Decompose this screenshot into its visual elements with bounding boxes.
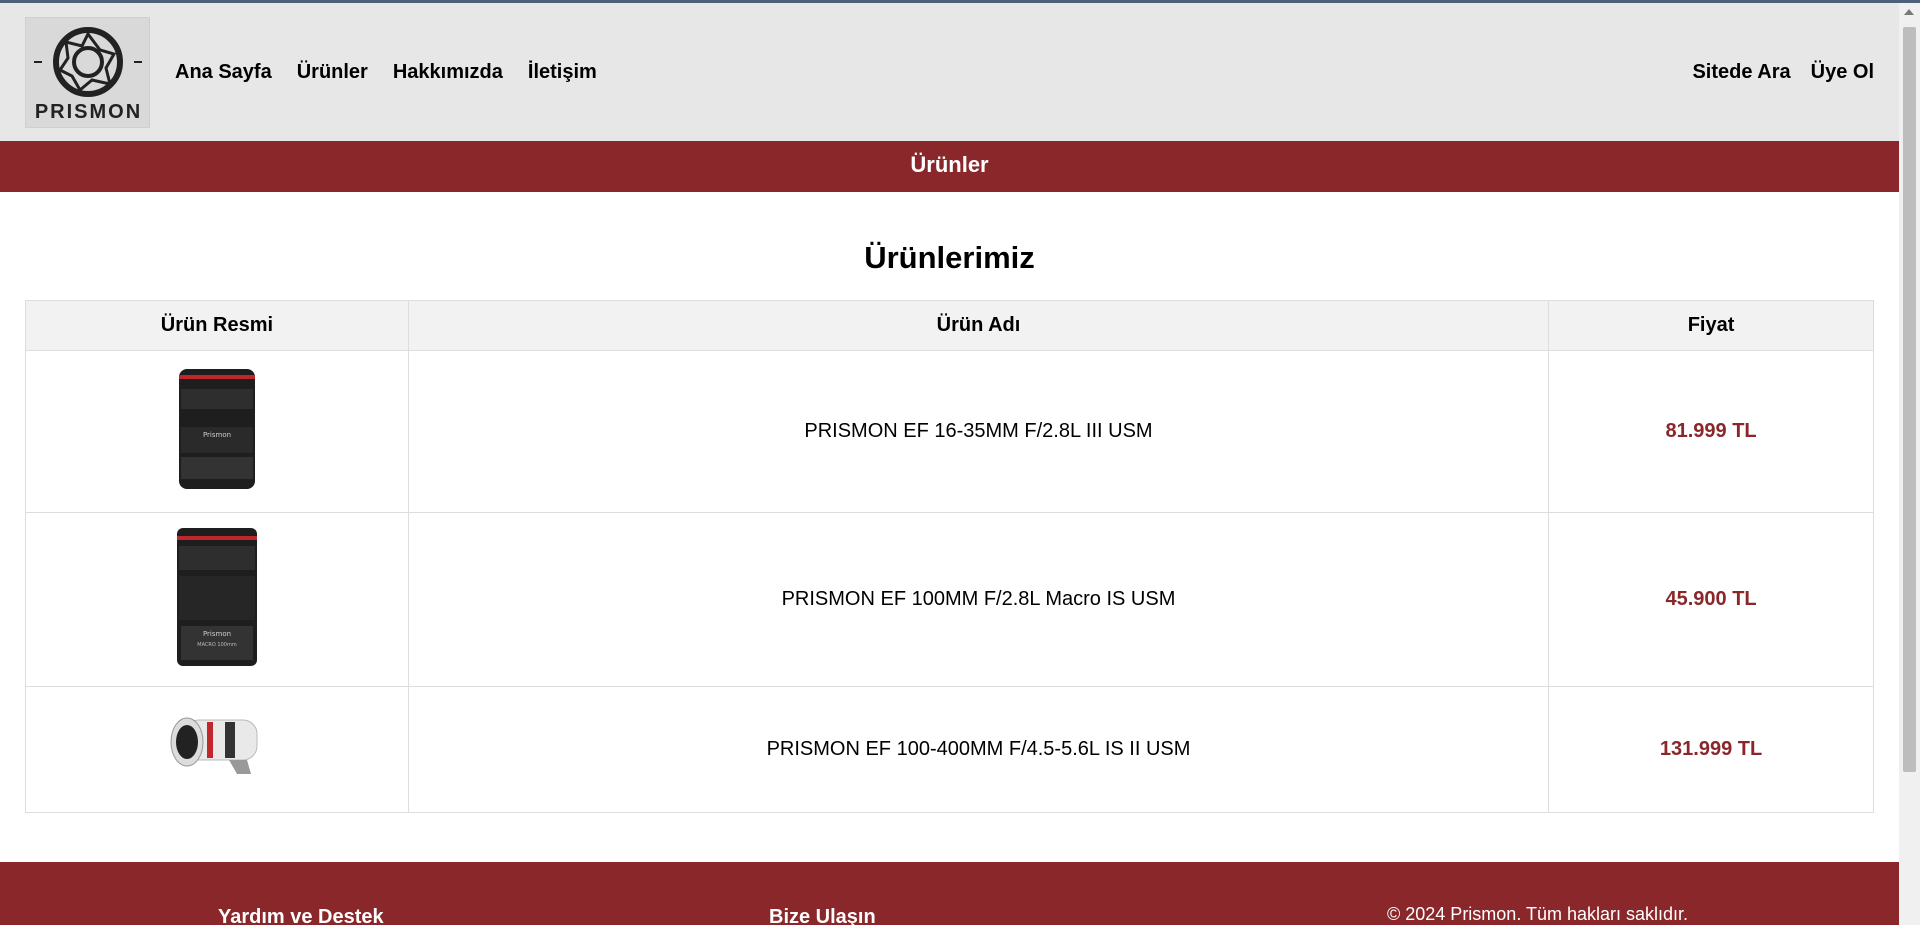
nav-item-contact[interactable]: İletişim <box>528 61 597 84</box>
product-image[interactable] <box>167 712 267 782</box>
table-row: Prismon MACRO 100mm PRISMON EF 100MM F/2… <box>25 512 1874 687</box>
product-price-cell: 81.999 TL <box>1548 350 1874 513</box>
footer-help-heading[interactable]: Yardım ve Destek <box>218 906 384 925</box>
table-row: PRISMON EF 100-400MM F/4.5-5.6L IS II US… <box>25 686 1874 813</box>
nav-item-about[interactable]: Hakkımızda <box>393 61 503 84</box>
prism-logo-icon <box>34 27 142 97</box>
product-image[interactable]: Prismon MACRO 100mm <box>173 526 261 668</box>
footer-contact-heading[interactable]: Bize Ulaşın <box>769 906 876 925</box>
nav-item-products[interactable]: Ürünler <box>297 61 368 84</box>
column-header-name: Ürün Adı <box>407 300 1550 351</box>
product-price-cell: 131.999 TL <box>1548 686 1874 813</box>
column-header-image: Ürün Resmi <box>25 300 409 351</box>
footer-copyright: © 2024 Prismon. Tüm hakları saklıdır. <box>1387 904 1689 924</box>
scroll-up-arrow-icon[interactable] <box>1904 9 1914 15</box>
products-table: Ürün Resmi Ürün Adı Fiyat Prismon PRISMO… <box>25 300 1874 813</box>
column-header-price: Fiyat <box>1548 300 1874 351</box>
user-nav: Sitede Ara Üye Ol <box>1692 61 1874 84</box>
page-title: Ürünlerimiz <box>864 240 1035 275</box>
product-image-cell: Prismon <box>25 350 409 513</box>
product-image-cell <box>25 686 409 813</box>
product-price-cell: 45.900 TL <box>1548 512 1874 687</box>
scrollbar-thumb[interactable] <box>1903 27 1916 772</box>
product-name-cell: PRISMON EF 16-35MM F/2.8L III USM <box>407 350 1550 513</box>
svg-text:Prismon: Prismon <box>203 630 231 638</box>
product-name-cell: PRISMON EF 100MM F/2.8L Macro IS USM <box>407 512 1550 687</box>
svg-text:Prismon: Prismon <box>203 431 231 439</box>
site-header: PRISMON Ana Sayfa Ürünler Hakkımızda İle… <box>0 3 1899 141</box>
site-footer: Yardım ve Destek Bize Ulaşın © 2024 Pris… <box>0 862 1899 925</box>
vertical-scrollbar[interactable] <box>1899 3 1920 925</box>
product-image[interactable]: Prismon <box>175 367 259 491</box>
main-nav: Ana Sayfa Ürünler Hakkımızda İletişim <box>175 61 597 84</box>
brand-logo-text: PRISMON <box>34 101 143 123</box>
section-banner: Ürünler <box>0 141 1899 192</box>
signup-link[interactable]: Üye Ol <box>1811 61 1874 84</box>
table-row: Prismon PRISMON EF 16-35MM F/2.8L III US… <box>25 350 1874 513</box>
svg-text:MACRO 100mm: MACRO 100mm <box>197 642 237 648</box>
site-search-link[interactable]: Sitede Ara <box>1692 61 1790 84</box>
nav-item-home[interactable]: Ana Sayfa <box>175 61 272 84</box>
product-name-cell: PRISMON EF 100-400MM F/4.5-5.6L IS II US… <box>407 686 1550 813</box>
table-header-row: Ürün Resmi Ürün Adı Fiyat <box>25 300 1874 351</box>
brand-logo[interactable]: PRISMON <box>25 17 150 128</box>
product-image-cell: Prismon MACRO 100mm <box>25 512 409 687</box>
